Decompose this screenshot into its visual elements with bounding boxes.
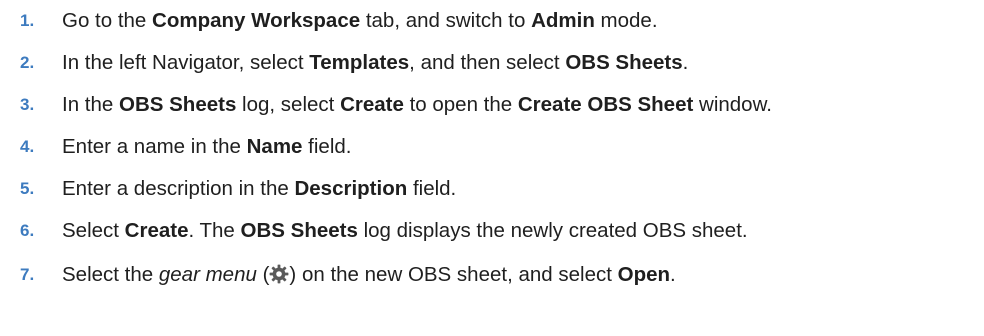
step-text: Enter a description in the Description f… [62,174,456,204]
step-number: 2. [20,53,35,72]
text-run: Select the [62,263,159,286]
ui-term: OBS Sheets [565,51,683,74]
text-run: mode. [594,9,658,32]
gear-icon [269,263,289,284]
step-text: In the OBS Sheets log, select Create to … [62,90,772,120]
text-run: field. [302,135,352,158]
ui-term: Create OBS Sheet [517,93,694,116]
ui-term: Name [246,135,303,158]
text-run: . [682,51,689,74]
text-run: Go to the [62,9,153,32]
text-run: ) on the new OBS sheet, and select [289,263,618,286]
text-run: Enter a description in the [62,177,295,200]
ui-term: Templates [309,51,410,74]
text-run: log displays the newly created OBS sheet… [357,219,748,242]
ui-term: Create [340,93,404,116]
ui-term: Company Workspace [152,9,361,32]
ui-term: Description [294,177,408,200]
text-run: . The [188,219,241,242]
text-run: , and then select [409,51,566,74]
text-run: In the [62,93,119,116]
ui-term: Create [124,219,189,242]
step-number: 4. [20,137,35,156]
text-run: ( [256,263,270,286]
step-number: 3. [20,95,35,114]
step-text: In the left Navigator, select Templates,… [62,48,688,78]
procedure-steps: 1. Go to the Company Workspace tab, and s… [0,0,984,336]
text-run: window. [693,93,772,116]
step-text: Select Create. The OBS Sheets log displa… [62,216,748,246]
ui-term: Open [617,263,671,286]
ui-term: Admin [531,9,595,32]
step-text: Select the gear menu ( ) on the new OBS s… [62,260,676,290]
ui-term: OBS Sheets [240,219,358,242]
text-run: Select [62,219,125,242]
step-text: Go to the Company Workspace tab, and swi… [62,6,658,36]
ui-term: OBS Sheets [119,93,237,116]
step-number: 5. [20,179,35,198]
text-run: field. [407,177,457,200]
step-number: 1. [20,11,35,30]
text-run: log, select [236,93,341,116]
text-run: tab, and switch to [360,9,532,32]
step-number: 6. [20,221,35,240]
text-run: to open the [403,93,518,116]
step-number: 7. [20,265,35,284]
text-run: Enter a name in the [62,135,247,158]
emphasis-term: gear menu [158,263,257,286]
text-run: In the left Navigator, select [62,51,310,74]
step-text: Enter a name in the Name field. [62,132,351,162]
text-run: . [670,263,676,286]
